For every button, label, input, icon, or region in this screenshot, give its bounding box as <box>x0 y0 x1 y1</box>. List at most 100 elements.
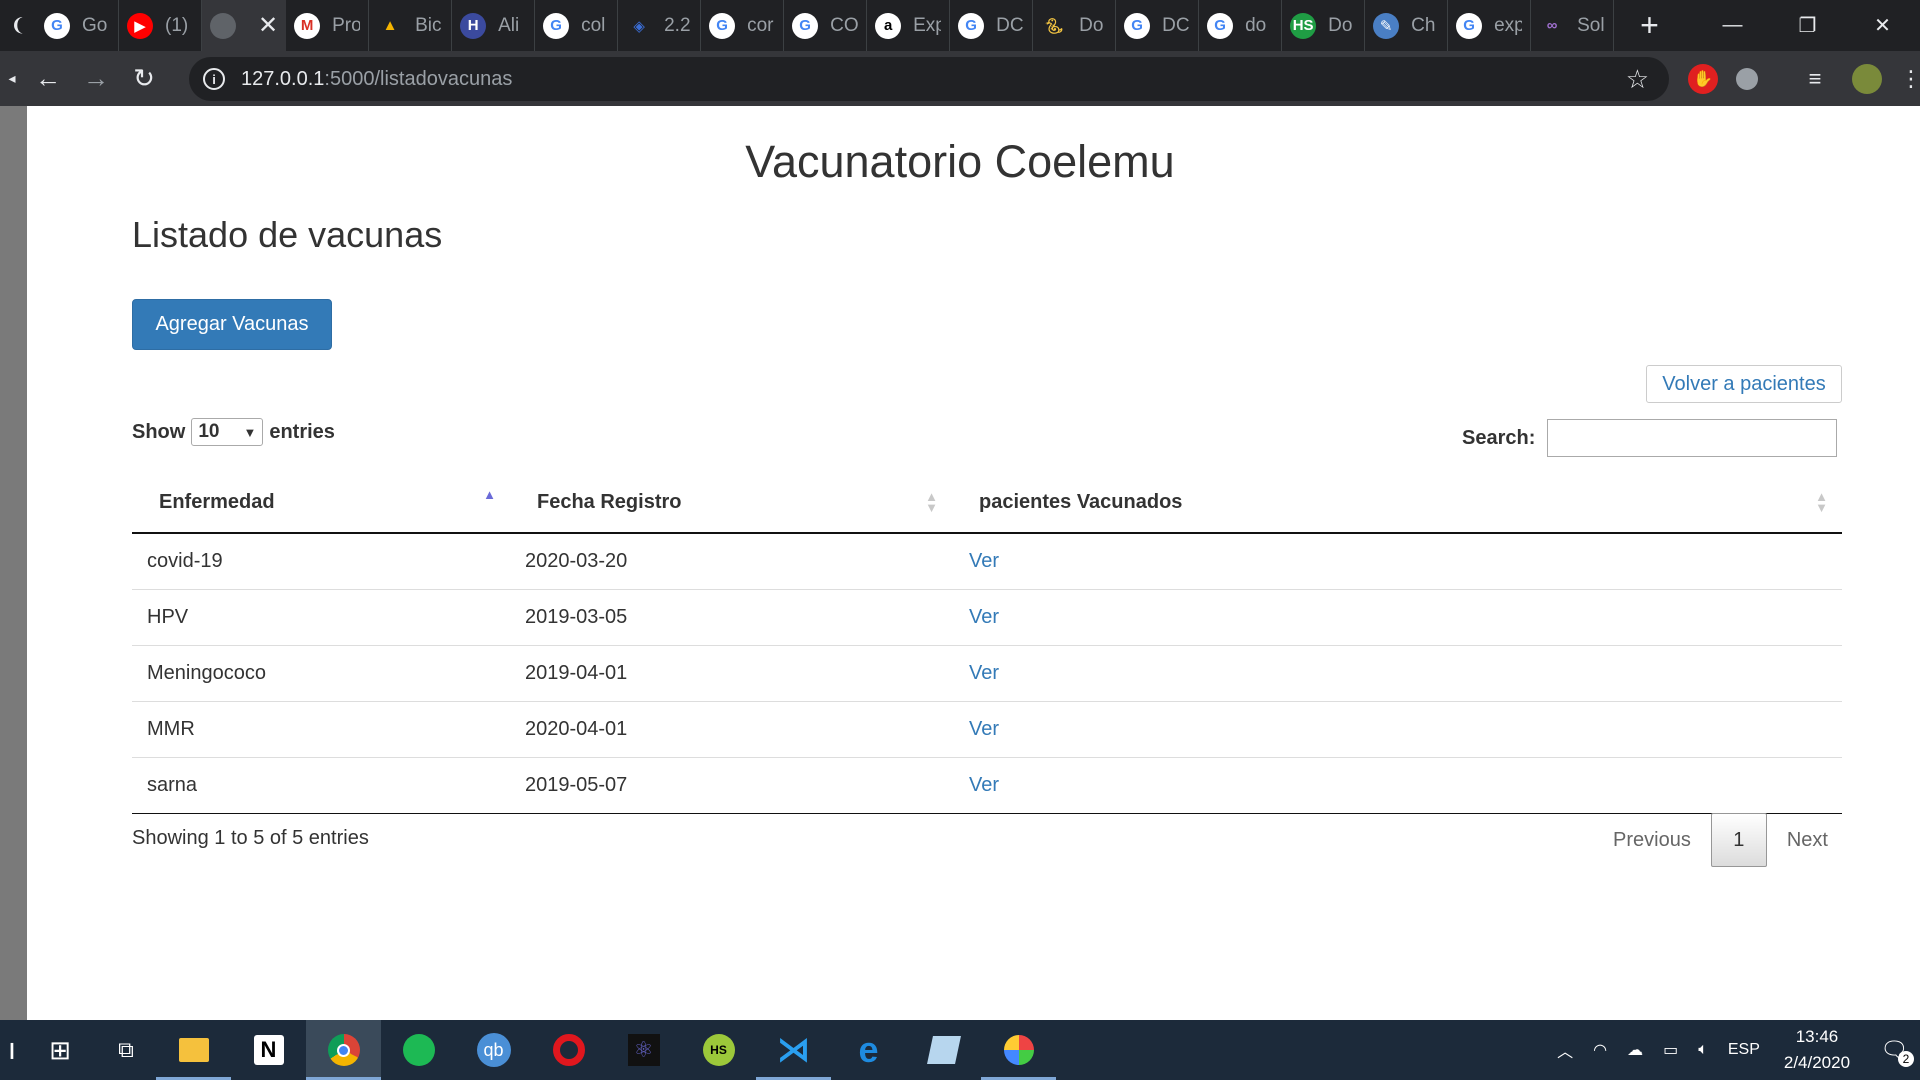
notification-count: 2 <box>1898 1051 1914 1067</box>
back-icon[interactable]: ← <box>24 55 72 103</box>
chevron-up-icon[interactable]: ︿ <box>1557 1038 1573 1062</box>
current-page-button[interactable]: 1 <box>1710 813 1767 867</box>
spotify-icon[interactable] <box>381 1020 456 1080</box>
new-tab-button[interactable]: + <box>1640 7 1659 44</box>
adblock-extension-icon[interactable]: ✋ <box>1688 64 1718 94</box>
column-header-label: pacientes Vacunados <box>979 491 1183 513</box>
browser-tab[interactable]: M Pro <box>286 0 370 51</box>
entries-select-value: 10 <box>198 421 220 442</box>
close-tab-icon[interactable]: ✕ <box>258 11 278 40</box>
task-view-icon[interactable]: ⧉ <box>96 1020 156 1080</box>
reload-icon[interactable]: ↻ <box>120 55 168 103</box>
entries-select[interactable]: 10 ▼ <box>191 418 264 446</box>
sort-ascending-icon: ▲ <box>483 487 496 502</box>
hs-app-icon[interactable]: HS <box>681 1020 756 1080</box>
search-input[interactable] <box>1547 419 1838 457</box>
pagination: Previous 1 Next <box>1593 813 1848 867</box>
google-icon: G <box>792 12 819 39</box>
browser-tab[interactable]: Gexp <box>1448 0 1532 51</box>
tab-title: DC <box>996 14 1024 36</box>
clock[interactable]: 13:46 2/4/2020 <box>1784 1024 1850 1076</box>
table-header-row: Enfermedad ▲ Fecha Registro ▲ ▼ pacientes… <box>132 473 1842 534</box>
edge-icon[interactable]: e <box>831 1020 906 1080</box>
browser-tab[interactable]: ✎ Ch <box>1365 0 1449 51</box>
view-patients-link[interactable]: Ver <box>969 550 999 572</box>
view-patients-link[interactable]: Ver <box>969 774 999 796</box>
chevron-down-icon: ▼ <box>243 424 257 440</box>
browser-tab[interactable]: ▲ Bic <box>369 0 453 51</box>
forward-icon[interactable]: → <box>72 55 120 103</box>
paint-icon[interactable] <box>981 1020 1056 1080</box>
chrome-icon[interactable] <box>306 1020 381 1080</box>
tab-title: Do <box>1328 14 1353 36</box>
qbittorrent-icon[interactable]: qb <box>456 1020 531 1080</box>
browser-tab[interactable]: Gcol <box>535 0 619 51</box>
add-vaccines-button[interactable]: Agregar Vacunas <box>132 299 332 350</box>
address-bar[interactable]: i 127.0.0.1:5000/listadovacunas ☆ <box>189 57 1669 101</box>
column-header-fecha-registro[interactable]: Fecha Registro ▲ ▼ <box>510 473 952 534</box>
browser-tab[interactable]: ◈ 2.2 <box>618 0 702 51</box>
site-info-icon[interactable]: i <box>203 68 225 90</box>
python-icon: 🐍︎ <box>1044 17 1064 35</box>
profile-avatar[interactable] <box>1852 64 1882 94</box>
volume-icon[interactable]: 🔈︎ <box>1698 1041 1708 1059</box>
hcc-icon: H <box>460 12 487 39</box>
tab-scroll-left-icon[interactable]: ❨ <box>0 0 36 51</box>
browser-tab[interactable]: HS Do <box>1282 0 1366 51</box>
language-indicator[interactable]: ESP <box>1728 1041 1760 1059</box>
toolbar-scroll-icon[interactable]: ◂ <box>0 55 24 103</box>
browser-tab[interactable]: G CO <box>784 0 868 51</box>
atom-icon[interactable]: ⚛ <box>606 1020 681 1080</box>
tab-title: Bic <box>415 14 442 36</box>
tab-title: Ali <box>498 14 520 36</box>
table-row: HPV 2019-03-05 Ver <box>132 589 1842 646</box>
restore-icon[interactable]: ❐ <box>1770 0 1845 51</box>
browser-tab[interactable]: Gdo <box>1199 0 1283 51</box>
battery-icon[interactable]: ▭ <box>1663 1040 1678 1060</box>
table-row: sarna 2019-05-07 Ver <box>132 757 1842 814</box>
url-text[interactable]: 127.0.0.1:5000/listadovacunas <box>241 68 512 91</box>
file-explorer-icon[interactable] <box>156 1020 231 1080</box>
menu-kebab-icon[interactable]: ⋮ <box>1896 64 1920 94</box>
browser-tab[interactable]: a Exp <box>867 0 951 51</box>
onedrive-icon[interactable]: ☁ <box>1627 1040 1643 1060</box>
browser-tab[interactable]: G DC <box>950 0 1034 51</box>
next-page-button[interactable]: Next <box>1767 813 1848 867</box>
close-window-icon[interactable]: ✕ <box>1845 0 1920 51</box>
browser-tab-active[interactable]: ✕ <box>202 0 287 51</box>
windows-start-icon[interactable]: ⊞ <box>24 1020 96 1080</box>
previous-page-button[interactable]: Previous <box>1593 813 1711 867</box>
browser-tab[interactable]: H Ali <box>452 0 536 51</box>
browser-tab[interactable]: 🐍︎ Do <box>1033 0 1117 51</box>
extension-icon[interactable] <box>1736 68 1758 90</box>
tab-title: DC <box>1162 14 1190 36</box>
notifications-icon[interactable]: 🗨︎ 2 <box>1880 1037 1914 1067</box>
media-control-icon[interactable]: ≡ <box>1800 64 1830 94</box>
view-patients-link[interactable]: Ver <box>969 718 999 740</box>
column-header-pacientes-vacunados[interactable]: pacientes Vacunados ▲ ▼ <box>952 473 1842 534</box>
search-label: Search: <box>1462 426 1536 449</box>
notion-icon[interactable]: N <box>231 1020 306 1080</box>
back-to-patients-button[interactable]: Volver a pacientes <box>1646 365 1842 403</box>
opera-icon[interactable] <box>531 1020 606 1080</box>
vaccines-table: Enfermedad ▲ Fecha Registro ▲ ▼ pacientes… <box>132 473 1842 814</box>
vscode-icon[interactable]: ⋊ <box>756 1020 831 1080</box>
cell-pacientes-vacunados: Ver <box>952 701 1842 758</box>
bookmark-star-icon[interactable]: ☆ <box>1626 64 1649 95</box>
column-header-label: Enfermedad <box>159 491 275 513</box>
browser-tab[interactable]: ∞ Sol <box>1531 0 1615 51</box>
browser-tab[interactable]: ▶ (1) <box>119 0 202 51</box>
browser-tab[interactable]: Gcor <box>701 0 785 51</box>
minimize-icon[interactable]: — <box>1695 0 1770 51</box>
browser-tab[interactable]: G Go <box>36 0 119 51</box>
wifi-icon[interactable]: ◠ <box>1593 1040 1607 1060</box>
view-patients-link[interactable]: Ver <box>969 606 999 628</box>
view-patients-link[interactable]: Ver <box>969 662 999 684</box>
cell-enfermedad: Meningococo <box>132 645 510 702</box>
notepad-icon[interactable] <box>906 1020 981 1080</box>
window-controls: — ❐ ✕ <box>1695 0 1920 51</box>
cell-fecha-registro: 2019-03-05 <box>510 589 952 646</box>
browser-tab[interactable]: G DC <box>1116 0 1200 51</box>
cell-enfermedad: HPV <box>132 589 510 646</box>
column-header-enfermedad[interactable]: Enfermedad ▲ <box>132 473 510 534</box>
